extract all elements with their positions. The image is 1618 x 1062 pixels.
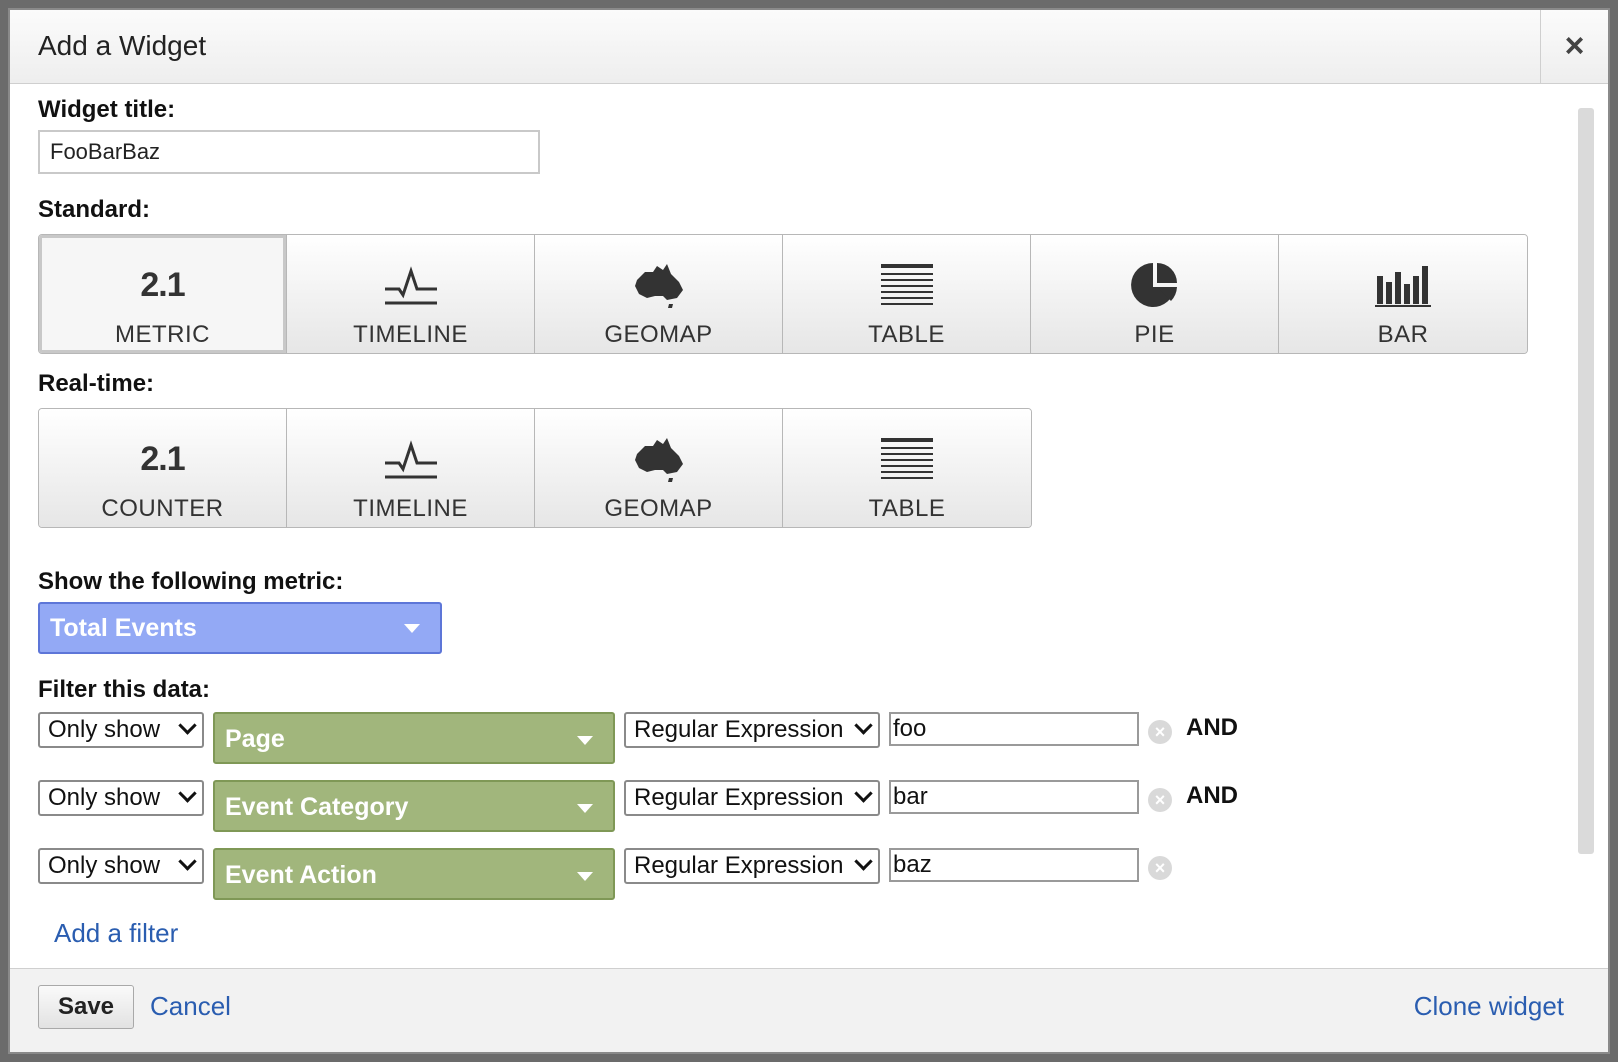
metric-label: Show the following metric: [38,568,344,595]
standard-type-metric[interactable]: 2.1 METRIC [39,235,287,353]
standard-widget-types: 2.1 METRIC TIMELINE GEOMAP TABLE PIE BAR [38,234,1528,354]
realtime-type-table[interactable]: TABLE [783,409,1031,527]
standard-type-table[interactable]: TABLE [783,235,1031,353]
chevron-down-icon [178,852,197,871]
filter-value-input[interactable] [889,712,1139,746]
bar-chart-icon [1375,255,1431,315]
close-icon[interactable]: × [1540,10,1608,84]
australia-map-icon [633,429,685,489]
filter-match-select[interactable]: Regular Expression [624,712,880,748]
table-icon [879,255,935,315]
chevron-down-icon [577,736,593,745]
chevron-down-icon [178,716,197,735]
widget-title-input[interactable] [38,130,540,174]
type-label: COUNTER [101,495,224,522]
scrollbar[interactable] [1578,108,1594,854]
widget-title-label: Widget title: [38,96,176,123]
filter-match-select[interactable]: Regular Expression [624,848,880,884]
realtime-type-counter[interactable]: 2.1 COUNTER [39,409,287,527]
filter-row: Only show Page Regular Expression × AND [38,712,1338,772]
chevron-down-icon [854,784,873,803]
pie-chart-icon [1130,255,1179,315]
filter-mode-select[interactable]: Only show [38,780,204,816]
save-button[interactable]: Save [38,985,134,1029]
realtime-type-timeline[interactable]: TIMELINE [287,409,535,527]
type-label: TABLE [868,321,945,348]
chevron-down-icon [854,852,873,871]
type-label: BAR [1377,321,1429,348]
counter-number-icon: 2.1 [140,439,185,478]
standard-type-bar[interactable]: BAR [1279,235,1527,353]
standard-type-pie[interactable]: PIE [1031,235,1279,353]
type-label: GEOMAP [604,321,713,348]
dialog-content: Widget title: Standard: 2.1 METRIC TIMEL… [10,84,1608,968]
filter-mode-select[interactable]: Only show [38,712,204,748]
metric-select[interactable]: Total Events [38,602,442,654]
dialog-header: Add a Widget × [10,10,1608,84]
timeline-icon [383,255,439,315]
realtime-widget-types: 2.1 COUNTER TIMELINE GEOMAP TABLE [38,408,1032,528]
chevron-down-icon [854,716,873,735]
type-label: PIE [1134,321,1175,348]
type-label: TIMELINE [353,321,468,348]
clone-widget-link[interactable]: Clone widget [1414,991,1564,1022]
add-filter-link[interactable]: Add a filter [54,918,178,949]
filter-value-input[interactable] [889,780,1139,814]
standard-label: Standard: [38,196,151,223]
filter-row: Only show Event Category Regular Express… [38,780,1338,840]
filter-mode-select[interactable]: Only show [38,848,204,884]
standard-type-timeline[interactable]: TIMELINE [287,235,535,353]
dialog-footer: Save Cancel Clone widget [10,968,1608,1052]
standard-type-geomap[interactable]: GEOMAP [535,235,783,353]
chevron-down-icon [577,872,593,881]
metric-select-value: Total Events [50,614,197,642]
metric-number-icon: 2.1 [140,265,185,304]
filter-conjunction: AND [1186,714,1238,741]
filter-match-select[interactable]: Regular Expression [624,780,880,816]
remove-filter-icon[interactable]: × [1148,720,1172,744]
australia-map-icon [633,255,685,315]
chevron-down-icon [577,804,593,813]
type-label: METRIC [115,321,210,348]
filter-label: Filter this data: [38,676,211,703]
chevron-down-icon [404,624,420,633]
remove-filter-icon[interactable]: × [1148,856,1172,880]
filter-dimension-select[interactable]: Event Action [213,848,615,900]
realtime-label: Real-time: [38,370,155,397]
type-label: TABLE [868,495,946,522]
type-label: GEOMAP [604,495,713,522]
remove-filter-icon[interactable]: × [1148,788,1172,812]
filter-dimension-select[interactable]: Event Category [213,780,615,832]
filter-value-input[interactable] [889,848,1139,882]
cancel-link[interactable]: Cancel [150,991,231,1022]
type-label: TIMELINE [353,495,468,522]
timeline-icon [383,429,439,489]
table-icon [879,429,935,489]
dialog-title: Add a Widget [38,30,207,61]
realtime-type-geomap[interactable]: GEOMAP [535,409,783,527]
filter-row: Only show Event Action Regular Expressio… [38,848,1338,908]
chevron-down-icon [178,784,197,803]
add-widget-dialog: Add a Widget × Widget title: Standard: 2… [8,8,1610,1054]
filter-conjunction: AND [1186,782,1238,809]
filter-dimension-select[interactable]: Page [213,712,615,764]
